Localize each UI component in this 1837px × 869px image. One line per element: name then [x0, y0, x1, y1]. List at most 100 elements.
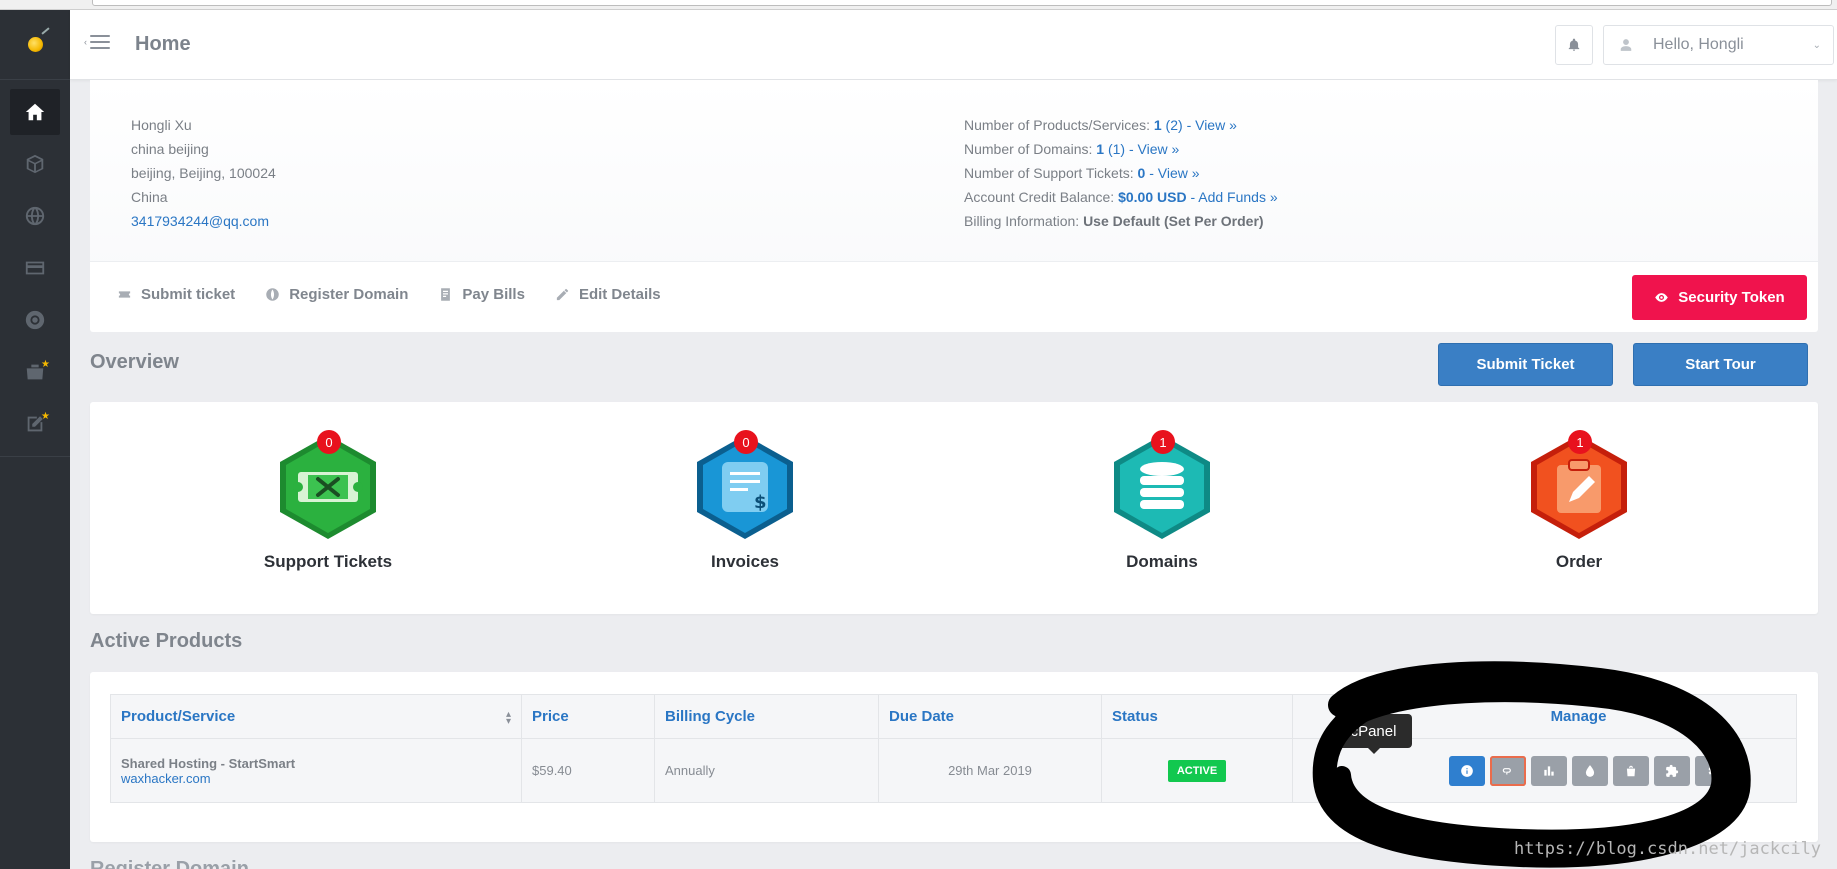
- pencil-icon: [556, 288, 569, 301]
- sidebar-item-services[interactable]: [0, 138, 70, 190]
- info-icon: [1460, 764, 1473, 777]
- active-products-title: Active Products: [90, 630, 243, 652]
- cycle-cell: Annually: [654, 738, 879, 803]
- products-table: Product/Service ▴ ▾ Price Billing Cycle D…: [110, 694, 1797, 803]
- watermark: https://blog.csdn.net/jackcily: [1514, 839, 1822, 859]
- logo-icon: [27, 37, 43, 52]
- column-header-label: Product/Service: [121, 708, 236, 725]
- register-domain-section-title: Register Domain: [90, 858, 249, 869]
- account-stats: Number of Products/Services: 1 (2) - Vie…: [964, 113, 1278, 233]
- active-products-panel: Product/Service ▴ ▾ Price Billing Cycle D…: [90, 672, 1818, 842]
- gear-icon: [1708, 765, 1719, 776]
- drop-icon: [1585, 764, 1594, 777]
- sort-icon: ▴ ▾: [505, 709, 511, 727]
- sidebar-item-home[interactable]: [0, 86, 70, 138]
- tile-label: Support Tickets: [263, 552, 393, 571]
- add-funds-link[interactable]: - Add Funds »: [1190, 189, 1277, 205]
- overview-title: Overview: [90, 351, 179, 373]
- submit-ticket-button[interactable]: Submit Ticket: [1438, 343, 1613, 386]
- star-icon: ★: [41, 359, 50, 370]
- home-icon: [25, 103, 45, 121]
- address-bar[interactable]: [92, 0, 1832, 6]
- globe-icon: [266, 288, 279, 301]
- status-cell: ACTIVE: [1101, 738, 1293, 803]
- product-domain-link[interactable]: waxhacker.com: [121, 771, 211, 786]
- column-header-product[interactable]: Product/Service ▴ ▾: [110, 694, 522, 739]
- settings-button[interactable]: [1694, 755, 1731, 786]
- product-name: Shared Hosting - StartSmart: [121, 755, 296, 771]
- price-cell: $59.40: [521, 738, 655, 803]
- addons-button[interactable]: [1653, 755, 1690, 786]
- account-info-panel: Hongli Xu china beijing beijing, Beijing…: [90, 80, 1818, 332]
- stat-value: 1: [1153, 117, 1162, 133]
- stat-total: (2): [1165, 117, 1183, 133]
- store-button[interactable]: [1612, 755, 1649, 786]
- stat-label: Billing Information:: [964, 213, 1080, 229]
- svg-text:$: $: [754, 492, 767, 513]
- credit-card-icon: [25, 261, 45, 275]
- product-cell: Shared Hosting - StartSmart waxhacker.co…: [110, 738, 522, 803]
- sidebar-item-billing[interactable]: [0, 242, 70, 294]
- theme-button[interactable]: [1571, 755, 1608, 786]
- status-badge: ACTIVE: [1167, 759, 1227, 782]
- logo[interactable]: [0, 10, 70, 80]
- ticket-icon: [118, 291, 131, 298]
- column-header-billing-cycle[interactable]: Billing Cycle: [654, 694, 879, 739]
- account-name: Hongli Xu: [131, 117, 192, 133]
- submit-ticket-link[interactable]: Submit ticket: [117, 286, 235, 303]
- account-address2: beijing, Beijing, 100024: [131, 165, 276, 181]
- view-products-link[interactable]: - View »: [1187, 117, 1237, 133]
- menu-toggle-button[interactable]: ‹: [84, 35, 110, 49]
- user-dropdown[interactable]: Hello, Hongli ⌄: [1603, 25, 1834, 65]
- cpanel-button[interactable]: [1489, 755, 1526, 786]
- bag-icon: [1626, 765, 1635, 776]
- account-email-link[interactable]: 3417934244@qq.com: [131, 213, 269, 229]
- tile-label: Invoices: [710, 552, 780, 571]
- tile-order[interactable]: 1 Order: [1479, 430, 1679, 572]
- column-header-price[interactable]: Price: [521, 694, 655, 739]
- eye-icon: [1655, 293, 1669, 302]
- stat-label: Number of Support Tickets:: [964, 165, 1134, 181]
- register-domain-label: Register Domain: [289, 286, 409, 303]
- count-badge: 0: [317, 430, 341, 454]
- pay-bills-link[interactable]: Pay Bills: [438, 286, 525, 303]
- column-header-due-date[interactable]: Due Date: [878, 694, 1102, 739]
- tile-invoices[interactable]: $ 0 Invoices: [645, 430, 845, 572]
- account-address1: china beijing: [131, 141, 209, 157]
- edit-details-link[interactable]: Edit Details: [555, 286, 661, 303]
- column-header-status[interactable]: Status: [1101, 694, 1293, 739]
- count-badge: 1: [1568, 430, 1592, 454]
- count-badge: 0: [734, 430, 758, 454]
- tile-support-tickets[interactable]: 0 Support Tickets: [228, 430, 428, 572]
- sidebar: ★ ★: [0, 10, 70, 869]
- register-domain-link[interactable]: Register Domain: [265, 286, 408, 303]
- tile-domains[interactable]: 1 Domains: [1062, 430, 1262, 572]
- stat-value: $0.00 USD: [1118, 189, 1187, 205]
- table-row[interactable]: Shared Hosting - StartSmart waxhacker.co…: [110, 738, 1797, 803]
- invoice-icon: [441, 288, 451, 301]
- stat-label: Number of Products/Services:: [964, 117, 1150, 133]
- cpanel-icon: [1502, 767, 1511, 774]
- star-icon: ★: [41, 411, 50, 422]
- start-tour-button[interactable]: Start Tour: [1633, 343, 1808, 386]
- stats-button[interactable]: [1530, 755, 1567, 786]
- tile-label: Domains: [1126, 552, 1198, 571]
- column-header-label: Manage: [1550, 708, 1607, 725]
- action-bar: Submit ticket Register Domain Pay Bills …: [90, 261, 1818, 332]
- stat-total: (1): [1107, 141, 1126, 157]
- sidebar-item-affiliates[interactable]: ★: [0, 398, 70, 450]
- view-domains-link[interactable]: - View »: [1129, 141, 1179, 157]
- notifications-button[interactable]: [1555, 25, 1593, 65]
- view-tickets-link[interactable]: - View »: [1149, 165, 1199, 181]
- sidebar-item-domains[interactable]: [0, 190, 70, 242]
- chevron-down-icon: ⌄: [1812, 39, 1821, 51]
- page-title: Home: [135, 33, 191, 55]
- bar-chart-icon: [1543, 765, 1554, 776]
- security-token-button[interactable]: Security Token: [1632, 275, 1807, 320]
- stat-value: 1: [1096, 141, 1105, 157]
- edit-details-label: Edit Details: [578, 286, 661, 303]
- sidebar-item-store[interactable]: ★: [0, 346, 70, 398]
- info-button[interactable]: [1448, 755, 1485, 786]
- stat-label: Account Credit Balance:: [964, 189, 1115, 205]
- sidebar-item-support[interactable]: [0, 294, 70, 346]
